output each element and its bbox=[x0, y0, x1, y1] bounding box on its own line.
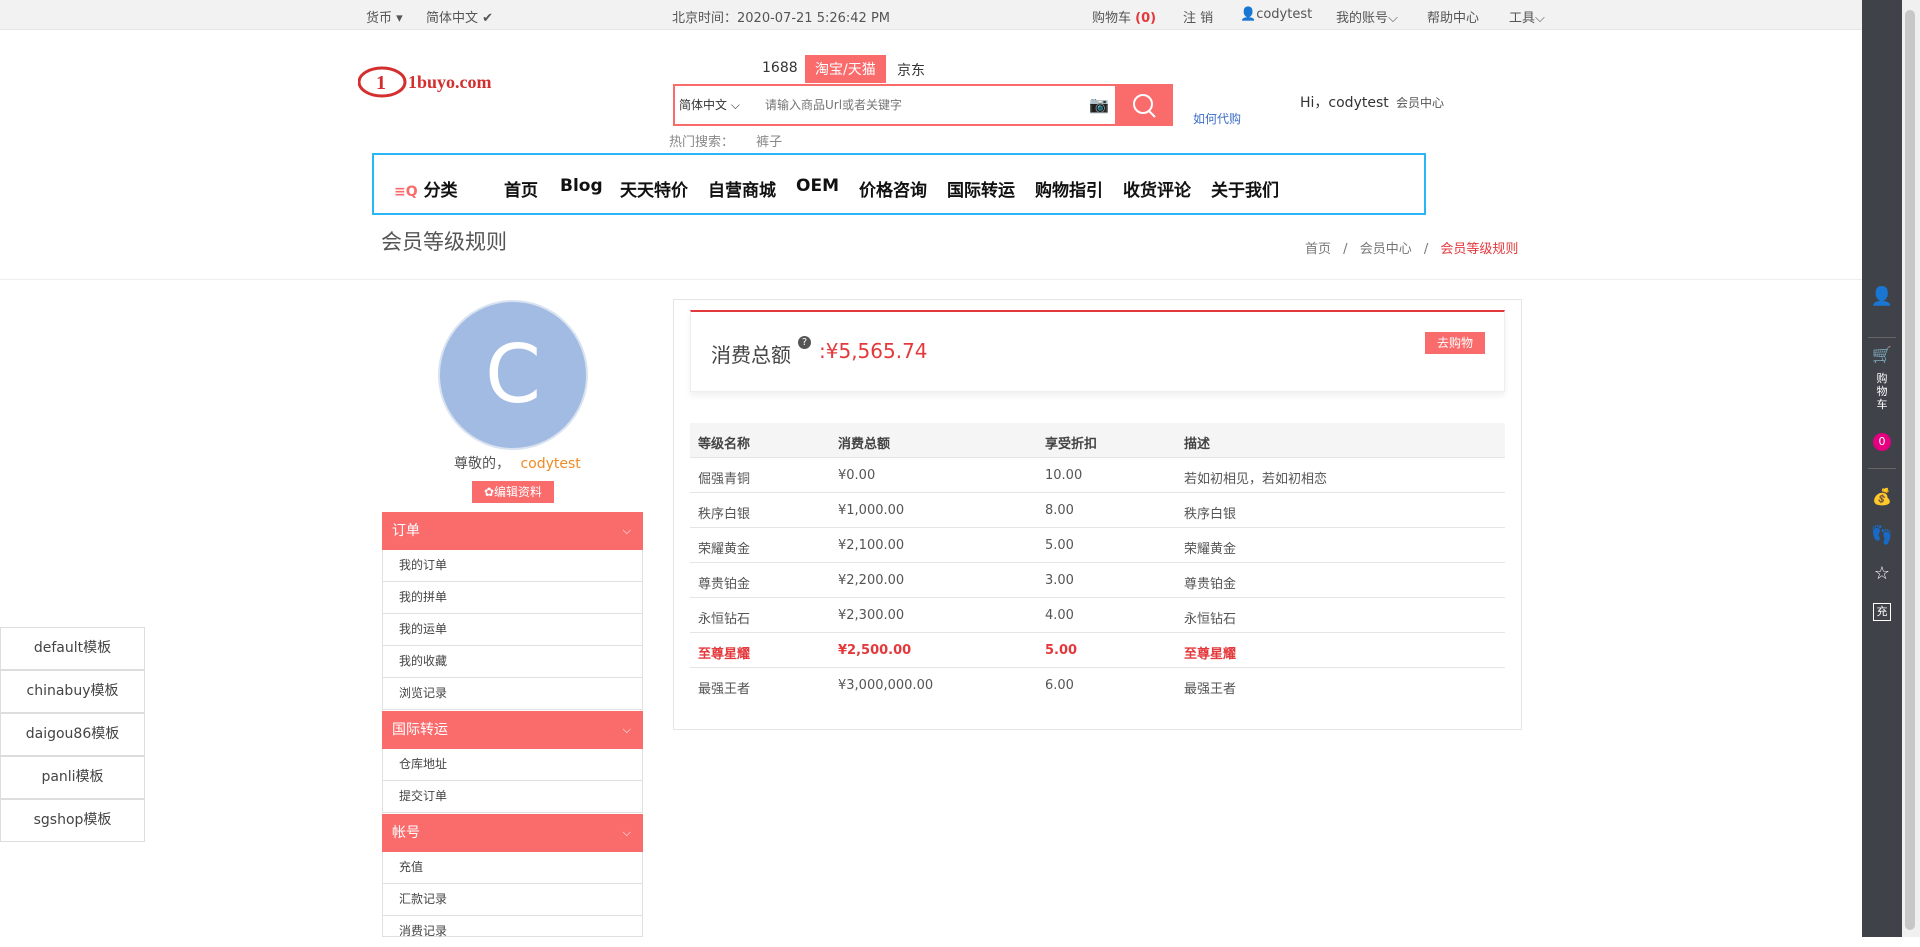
language-menu[interactable]: 简体中文 ✔ bbox=[426, 7, 493, 26]
chevron-down-icon: ⌵ bbox=[622, 524, 631, 537]
svg-text:1: 1 bbox=[376, 72, 386, 94]
table-row-current-level: 至尊星耀 ¥2,500.00 5.00 至尊星耀 bbox=[690, 633, 1505, 668]
header-greeting: Hi，codytest bbox=[1300, 95, 1389, 111]
table-row: 永恒钻石 ¥2,300.00 4.00 永恒钻石 bbox=[690, 598, 1505, 633]
category-icon: ≡Q bbox=[394, 184, 418, 200]
site-logo[interactable]: 1 1buyo.com bbox=[357, 64, 538, 100]
menu-remittance[interactable]: 汇款记录 bbox=[382, 884, 643, 916]
table-row: 尊贵铂金 ¥2,200.00 3.00 尊贵铂金 bbox=[690, 563, 1505, 598]
beijing-time: 北京时间：2020-07-21 5:26:42 PM bbox=[672, 11, 891, 26]
menu-my-orders[interactable]: 我的订单 bbox=[382, 550, 643, 582]
footprint-icon[interactable]: 👣 bbox=[1862, 525, 1902, 546]
summary-value: :¥5,565.74 bbox=[819, 339, 928, 363]
nav-blog[interactable]: Blog bbox=[560, 176, 603, 196]
template-panli[interactable]: panli模板 bbox=[0, 756, 145, 799]
divider bbox=[1868, 468, 1896, 469]
menu-history[interactable]: 浏览记录 bbox=[382, 678, 643, 710]
recharge-icon[interactable]: 充 bbox=[1873, 603, 1891, 621]
avatar: C bbox=[438, 300, 588, 450]
table-row: 最强王者 ¥3,000,000.00 6.00 最强王者 bbox=[698, 678, 1237, 697]
breadcrumb: 首页 / 会员中心 / 会员等级规则 bbox=[1305, 242, 1519, 257]
menu-section-forwarding[interactable]: 国际转运 ⌵ bbox=[382, 711, 643, 749]
nav-reviews[interactable]: 收货评论 bbox=[1123, 176, 1191, 201]
menu-group-orders[interactable]: 我的拼单 bbox=[382, 582, 643, 614]
profile-greeting: 尊敬的， codytest bbox=[454, 456, 581, 472]
top-cart-link[interactable]: 购物车 (0) bbox=[1092, 7, 1156, 26]
cart-icon[interactable]: 🛒 bbox=[1862, 345, 1902, 364]
template-default[interactable]: default模板 bbox=[0, 627, 145, 670]
search-tab-1688[interactable]: 1688 bbox=[762, 60, 798, 76]
table-row: 秩序白银 ¥1,000.00 8.00 秩序白银 bbox=[690, 493, 1505, 528]
edit-profile-button[interactable]: ✿编辑资料 bbox=[472, 481, 554, 503]
money-bag-icon[interactable]: 💰 bbox=[1862, 487, 1902, 506]
right-toolbar: 👤 🛒 购物车 0 💰 👣 ☆ 充 bbox=[1862, 0, 1902, 937]
search-box: 简体中文 ⌵ 📷 bbox=[673, 84, 1117, 126]
top-bar: 货币 ▾ 简体中文 ✔ 北京时间：2020-07-21 5:26:42 PM 购… bbox=[0, 0, 1862, 30]
logo-image: 1 1buyo.com bbox=[357, 66, 492, 98]
nav-oem[interactable]: OEM bbox=[796, 176, 839, 196]
help-center-link[interactable]: 帮助中心 bbox=[1427, 7, 1479, 26]
table-row: 倔强青铜 ¥0.00 10.00 若如初相见，若如初相恋 bbox=[690, 458, 1505, 493]
member-center-link[interactable]: 会员中心 bbox=[1396, 94, 1444, 111]
main-nav: ≡Q 分类 首页 Blog 天天特价 自营商城 OEM 价格咨询 国际转运 购物… bbox=[372, 153, 1426, 215]
nav-forwarding[interactable]: 国际转运 bbox=[947, 176, 1015, 201]
nav-home[interactable]: 首页 bbox=[504, 176, 538, 201]
menu-section-orders[interactable]: 订单 ⌵ bbox=[382, 512, 643, 550]
hot-keyword[interactable]: 裤子 bbox=[756, 135, 782, 150]
search-tab-jd[interactable]: 京东 bbox=[897, 60, 925, 80]
search-language-select[interactable]: 简体中文 ⌵ bbox=[679, 96, 740, 113]
chevron-down-icon: ⌵ bbox=[622, 826, 631, 839]
logout-link[interactable]: 注 销 bbox=[1183, 7, 1213, 26]
summary-label: 消费总额 bbox=[711, 343, 791, 367]
menu-warehouse[interactable]: 仓库地址 bbox=[382, 749, 643, 781]
divider bbox=[0, 279, 1862, 280]
menu-my-shipments[interactable]: 我的运单 bbox=[382, 614, 643, 646]
nav-daily-deals[interactable]: 天天特价 bbox=[620, 176, 688, 201]
search-input[interactable] bbox=[765, 94, 1065, 116]
cart-count-badge: 0 bbox=[1873, 433, 1891, 451]
page-title: 会员等级规则 bbox=[381, 230, 507, 254]
user-icon[interactable]: 👤 bbox=[1862, 286, 1902, 307]
menu-recharge[interactable]: 充值 bbox=[382, 852, 643, 884]
account-menu[interactable]: 我的账号⌵ bbox=[1336, 7, 1398, 26]
menu-section-account[interactable]: 帐号 ⌵ bbox=[382, 814, 643, 852]
hot-search: 热门搜索： 裤子 bbox=[669, 135, 783, 150]
search-tab-taobao[interactable]: 淘宝/天猫 bbox=[805, 55, 886, 83]
nav-self-mall[interactable]: 自营商城 bbox=[708, 176, 776, 201]
user-link[interactable]: 👤codytest bbox=[1240, 7, 1312, 22]
template-daigou86[interactable]: daigou86模板 bbox=[0, 713, 145, 756]
nav-shopping-guide[interactable]: 购物指引 bbox=[1035, 176, 1103, 201]
nav-about[interactable]: 关于我们 bbox=[1211, 176, 1279, 201]
tools-menu[interactable]: 工具⌵ bbox=[1509, 7, 1545, 26]
camera-icon[interactable]: 📷 bbox=[1089, 95, 1109, 114]
breadcrumb-current: 会员等级规则 bbox=[1440, 242, 1519, 257]
search-button[interactable] bbox=[1117, 84, 1173, 126]
chevron-down-icon: ⌵ bbox=[622, 723, 631, 736]
template-chinabuy[interactable]: chinabuy模板 bbox=[0, 670, 145, 713]
cart-label[interactable]: 购物车 bbox=[1876, 372, 1888, 411]
search-icon bbox=[1133, 94, 1156, 118]
help-icon[interactable]: ? bbox=[798, 336, 811, 349]
menu-submit-order[interactable]: 提交订单 bbox=[382, 781, 643, 813]
spending-summary: 消费总额 ? :¥5,565.74 去购物 bbox=[690, 310, 1505, 392]
table-row: 荣耀黄金 ¥2,100.00 5.00 荣耀黄金 bbox=[690, 528, 1505, 563]
category-menu[interactable]: ≡Q 分类 bbox=[394, 176, 458, 201]
how-to-buy-link[interactable]: 如何代购 bbox=[1193, 110, 1241, 127]
svg-text:1buyo.com: 1buyo.com bbox=[408, 72, 492, 92]
nav-price-inquiry[interactable]: 价格咨询 bbox=[859, 176, 927, 201]
menu-favorites[interactable]: 我的收藏 bbox=[382, 646, 643, 678]
template-sgshop[interactable]: sgshop模板 bbox=[0, 799, 145, 842]
star-icon[interactable]: ☆ bbox=[1862, 563, 1902, 584]
divider bbox=[1868, 337, 1896, 338]
table-header: 等级名称 消费总额 享受折扣 描述 bbox=[690, 423, 1505, 458]
go-shopping-button[interactable]: 去购物 bbox=[1425, 332, 1485, 354]
menu-spending[interactable]: 消费记录 bbox=[382, 916, 643, 938]
breadcrumb-home[interactable]: 首页 bbox=[1305, 242, 1331, 257]
currency-menu[interactable]: 货币 ▾ bbox=[366, 7, 403, 26]
scrollbar-thumb[interactable] bbox=[1905, 10, 1915, 930]
breadcrumb-member[interactable]: 会员中心 bbox=[1360, 242, 1412, 257]
